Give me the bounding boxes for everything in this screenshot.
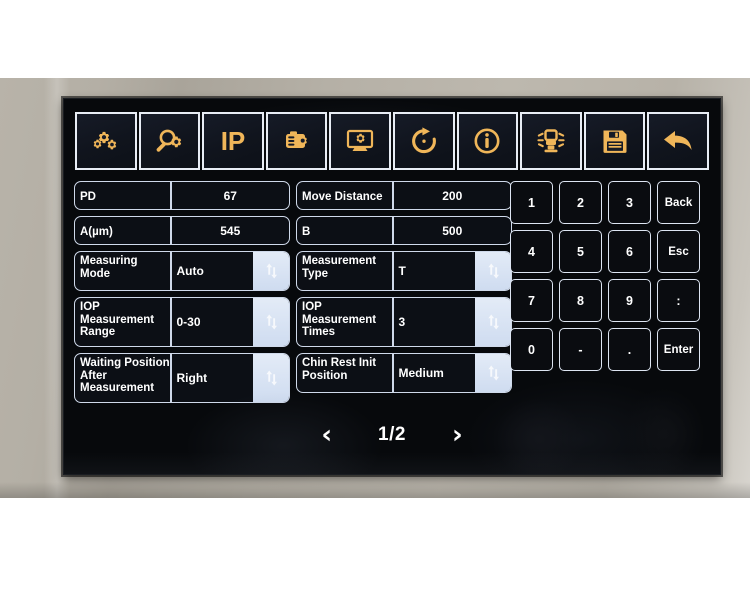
settings-column-left: PD 67 A(µm) 545 Measuring Mode Auto IOP Measur…	[74, 181, 290, 409]
lamp-rays-icon	[534, 126, 568, 156]
setting-value[interactable]: 0-30	[172, 298, 254, 346]
key-back[interactable]: Back	[657, 181, 700, 224]
spinner-up-down-icon[interactable]	[475, 252, 511, 290]
key-5[interactable]: 5	[559, 230, 602, 273]
screen-glare-bottom	[64, 452, 720, 474]
setting-label: Chin Rest Init Position	[302, 357, 377, 382]
info-button[interactable]	[456, 112, 519, 170]
setting-value[interactable]: T	[394, 252, 476, 290]
setting-label: B	[302, 225, 311, 238]
lamp-button[interactable]	[520, 112, 582, 170]
key-minus[interactable]: -	[559, 328, 602, 371]
info-circle-icon	[472, 126, 502, 156]
setting-value[interactable]: 545	[172, 217, 290, 244]
setting-label: IOP Measurement Times	[302, 301, 377, 338]
spinner-up-down-icon[interactable]	[253, 298, 289, 346]
setting-value[interactable]: Auto	[172, 252, 254, 290]
pagination: ‹ 1/2 ›	[64, 415, 720, 455]
spinner-up-down-icon[interactable]	[475, 354, 511, 392]
key-2[interactable]: 2	[559, 181, 602, 224]
device-gear-icon	[281, 126, 313, 156]
toolbar: IP	[75, 112, 709, 170]
setting-label: Move Distance	[302, 190, 383, 203]
numeric-keypad: 1 2 3 Back 4 5 6 Esc 7 8 9: 0-. Enter	[510, 181, 700, 371]
setting-row[interactable]: A(µm) 545	[74, 216, 290, 245]
key-1[interactable]: 1	[510, 181, 553, 224]
setting-label: A(µm)	[80, 225, 113, 238]
key-0[interactable]: 0	[510, 328, 553, 371]
key-3[interactable]: 3	[608, 181, 651, 224]
setting-value[interactable]: Medium	[394, 354, 476, 392]
setting-label: Waiting Position After Measurement	[80, 357, 170, 394]
refresh-button[interactable]	[392, 112, 455, 170]
setting-label: PD	[80, 190, 96, 203]
magnifier-gear-icon	[152, 126, 186, 156]
key-dot[interactable]: .	[608, 328, 651, 371]
setting-row[interactable]: Chin Rest Init Position Medium	[296, 353, 512, 393]
ip-settings-button[interactable]: IP	[202, 112, 264, 170]
next-page-button[interactable]: ›	[452, 422, 463, 448]
setting-label: IOP Measurement Range	[80, 301, 155, 338]
key-8[interactable]: 8	[559, 279, 602, 322]
settings-column-middle: Move Distance 200 B 500 Measurement Type T IOP…	[296, 181, 512, 399]
touchscreen-display: IP PD 67 A(µm) 545 Measuring Mode Auto I…	[63, 98, 721, 475]
magnifier-gear-settings-button[interactable]	[138, 112, 201, 170]
setting-row[interactable]: Move Distance 200	[296, 181, 512, 210]
key-9[interactable]: 9	[608, 279, 651, 322]
spinner-up-down-icon[interactable]	[475, 298, 511, 346]
key-6[interactable]: 6	[608, 230, 651, 273]
spinner-up-down-icon[interactable]	[253, 354, 289, 402]
refresh-icon	[409, 126, 439, 156]
setting-value[interactable]: Right	[172, 354, 254, 402]
save-button[interactable]	[583, 112, 646, 170]
ip-text-icon: IP	[220, 126, 246, 156]
prev-page-button[interactable]: ‹	[321, 422, 332, 448]
setting-row[interactable]: PD 67	[74, 181, 290, 210]
bezel-shadow	[0, 482, 750, 498]
setting-value[interactable]: 67	[172, 182, 290, 209]
setting-value[interactable]: 3	[394, 298, 476, 346]
back-arrow-icon	[661, 126, 695, 156]
key-esc[interactable]: Esc	[657, 230, 700, 273]
setting-label: Measurement Type	[302, 255, 377, 280]
gears-icon	[89, 126, 123, 156]
setting-row[interactable]: Waiting Position After Measurement Right	[74, 353, 290, 403]
setting-row[interactable]: IOP Measurement Times 3	[296, 297, 512, 347]
gears-settings-button[interactable]	[75, 112, 137, 170]
setting-value[interactable]: 500	[394, 217, 512, 244]
setting-row[interactable]: Measurement Type T	[296, 251, 512, 291]
key-7[interactable]: 7	[510, 279, 553, 322]
setting-row[interactable]: IOP Measurement Range 0-30	[74, 297, 290, 347]
monitor-settings-button[interactable]	[329, 112, 391, 170]
back-button[interactable]	[647, 112, 709, 170]
setting-row[interactable]: B 500	[296, 216, 512, 245]
setting-row[interactable]: Measuring Mode Auto	[74, 251, 290, 291]
key-4[interactable]: 4	[510, 230, 553, 273]
device-settings-button[interactable]	[265, 112, 328, 170]
monitor-gear-icon	[344, 126, 376, 156]
setting-label: Measuring Mode	[80, 255, 138, 280]
spinner-up-down-icon[interactable]	[253, 252, 289, 290]
page-indicator: 1/2	[378, 424, 406, 445]
key-enter[interactable]: Enter	[657, 328, 700, 371]
setting-value[interactable]: 200	[394, 182, 512, 209]
floppy-save-icon	[601, 126, 629, 156]
key-colon[interactable]: :	[657, 279, 700, 322]
